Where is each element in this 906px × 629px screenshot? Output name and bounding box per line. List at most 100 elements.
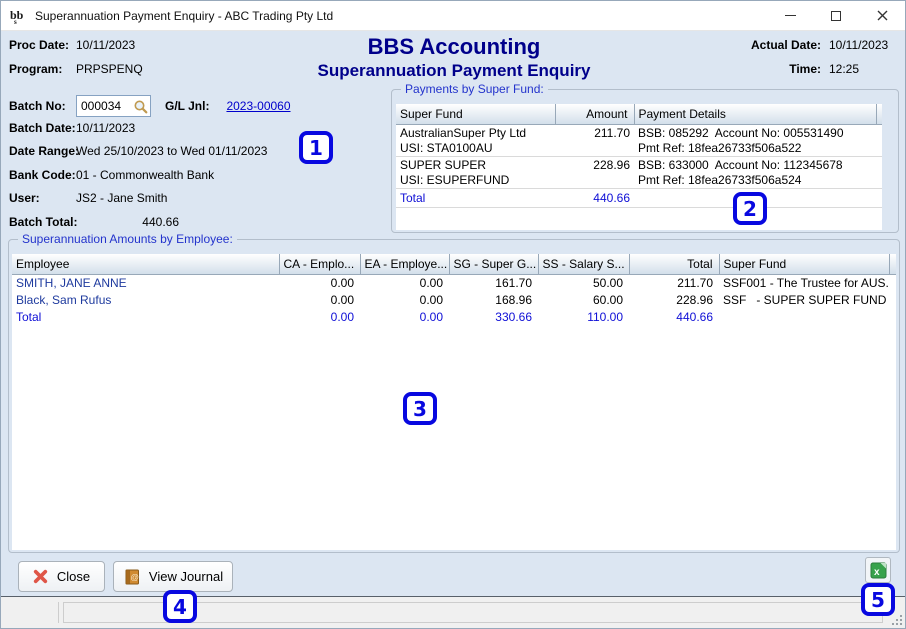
batch-no-label: Batch No: [9, 99, 76, 113]
ca-value: 0.00 [279, 292, 360, 309]
close-button[interactable]: Close [18, 561, 105, 592]
employees-group-title: Superannuation Amounts by Employee: [18, 232, 237, 247]
row-total: 211.70 [629, 274, 719, 292]
payment-detail-line2: Pmt Ref: 18fea26733f506a524 [638, 173, 872, 188]
app-title: BBS Accounting [254, 34, 654, 60]
bank-code-label: Bank Code: [9, 168, 76, 182]
maximize-button[interactable] [813, 1, 859, 30]
payments-group-title: Payments by Super Fund: [401, 82, 548, 97]
title-bar: bb s Superannuation Payment Enquiry - AB… [1, 1, 905, 31]
proc-date-row: Proc Date: 10/11/2023 [9, 38, 135, 52]
table-row[interactable]: SMITH, JANE ANNE 0.00 0.00 161.70 50.00 … [12, 274, 896, 292]
col-amount[interactable]: Amount [555, 104, 634, 124]
svg-text:x: x [874, 567, 880, 578]
export-excel-button[interactable]: x [865, 557, 891, 583]
employees-table-area: Employee CA - Emplo... EA - Employe... S… [12, 254, 896, 550]
table-row[interactable]: AustralianSuper Pty Ltd USI: STA0100AU 2… [396, 124, 882, 156]
page-title: Superannuation Payment Enquiry [254, 60, 654, 82]
batch-total-row: Batch Total: 440.66 [9, 215, 179, 229]
batch-date-row: Batch Date: 10/11/2023 [9, 121, 135, 135]
close-window-button[interactable] [859, 1, 905, 30]
red-cross-icon [33, 569, 48, 584]
minimize-button[interactable] [767, 1, 813, 30]
batch-total-label: Batch Total: [9, 215, 76, 229]
sg-value: 161.70 [449, 274, 538, 292]
window-controls [767, 1, 905, 30]
row-total: 228.96 [629, 292, 719, 309]
gl-jnl-label: G/L Jnl: [165, 99, 209, 113]
payments-table-area: Super Fund Amount Payment Details Austra… [396, 104, 882, 230]
employee-super-fund: SSF - SUPER SUPER FUND [719, 292, 889, 309]
program-row: Program: PRPSPENQ [9, 62, 143, 76]
bbs-logo-icon: bb s [9, 7, 29, 25]
time-row: Time: 12:25 [701, 62, 899, 76]
col-ca[interactable]: CA - Emplo... [279, 254, 360, 274]
payments-header-row: Super Fund Amount Payment Details [396, 104, 882, 124]
svg-text:s: s [14, 18, 17, 25]
sg-value: 168.96 [449, 292, 538, 309]
col-total[interactable]: Total [629, 254, 719, 274]
bank-code-value: 01 - Commonwealth Bank [76, 168, 214, 182]
batch-no-input[interactable]: 000034 [76, 95, 151, 117]
table-row[interactable]: SUPER SUPER USI: ESUPERFUND 228.96 BSB: … [396, 156, 882, 188]
payments-total-amount: 440.66 [555, 188, 634, 207]
payment-detail-line1: BSB: 085292 Account No: 005531490 [638, 126, 872, 141]
batch-lookup-button[interactable] [132, 98, 149, 115]
employee-super-fund: SSF001 - The Trustee for AUS... [719, 274, 889, 292]
col-super-fund[interactable]: Super Fund [719, 254, 889, 274]
total-sg: 330.66 [449, 309, 538, 326]
callout-5: 5 [861, 583, 895, 616]
time-label: Time: [701, 62, 821, 76]
view-journal-button[interactable]: @ View Journal [113, 561, 233, 592]
search-icon [133, 99, 149, 115]
col-ea[interactable]: EA - Employe... [360, 254, 449, 274]
employees-groupbox: Superannuation Amounts by Employee: Empl… [8, 239, 900, 553]
status-divider [58, 602, 59, 623]
callout-4: 4 [163, 590, 197, 623]
callout-3: 3 [403, 392, 437, 425]
payment-detail-line1: BSB: 633000 Account No: 112345678 [638, 158, 872, 173]
svg-text:bb: bb [10, 8, 24, 22]
close-icon [876, 9, 889, 22]
status-bar [1, 596, 905, 628]
actual-date-row: Actual Date: 10/11/2023 [701, 38, 899, 52]
bank-code-row: Bank Code: 01 - Commonwealth Bank [9, 168, 214, 182]
ss-value: 50.00 [538, 274, 629, 292]
resize-grip[interactable] [891, 614, 903, 626]
fund-name: AustralianSuper Pty Ltd [400, 126, 551, 141]
time-value: 12:25 [829, 62, 899, 76]
maximize-icon [831, 11, 841, 21]
user-value: JS2 - Jane Smith [76, 191, 167, 205]
ss-value: 60.00 [538, 292, 629, 309]
payments-table: Super Fund Amount Payment Details Austra… [396, 104, 882, 208]
page-title-block: BBS Accounting Superannuation Payment En… [254, 34, 654, 82]
window-title: Superannuation Payment Enquiry - ABC Tra… [35, 9, 333, 23]
fund-usi: USI: ESUPERFUND [400, 173, 551, 188]
payments-total-label: Total [396, 188, 555, 207]
employee-name[interactable]: Black, Sam Rufus [12, 292, 279, 309]
actual-date-value: 10/11/2023 [829, 38, 899, 52]
col-payment-details[interactable]: Payment Details [634, 104, 876, 124]
ea-value: 0.00 [360, 274, 449, 292]
actual-date-label: Actual Date: [701, 38, 821, 52]
batch-no-value: 000034 [77, 99, 121, 113]
gl-jnl-link[interactable]: 2023-00060 [226, 99, 290, 113]
table-row[interactable]: Black, Sam Rufus 0.00 0.00 168.96 60.00 … [12, 292, 896, 309]
employee-name[interactable]: SMITH, JANE ANNE [12, 274, 279, 292]
user-label: User: [9, 191, 76, 205]
ca-value: 0.00 [279, 274, 360, 292]
batch-no-row: Batch No: 000034 G/L Jnl: 2023-00060 [9, 95, 291, 117]
proc-date-value: 10/11/2023 [76, 38, 135, 52]
minimize-icon [785, 15, 796, 16]
col-spacer [876, 104, 882, 124]
col-ss[interactable]: SS - Salary S... [538, 254, 629, 274]
col-super-fund[interactable]: Super Fund [396, 104, 555, 124]
view-journal-button-label: View Journal [149, 569, 223, 584]
fund-amount: 211.70 [555, 124, 634, 156]
program-value: PRPSPENQ [76, 62, 143, 76]
date-range-value: Wed 25/10/2023 to Wed 01/11/2023 [76, 144, 267, 158]
employees-total-row: Total 0.00 0.00 330.66 110.00 440.66 [12, 309, 896, 326]
col-sg[interactable]: SG - Super G... [449, 254, 538, 274]
col-employee[interactable]: Employee [12, 254, 279, 274]
total-ss: 110.00 [538, 309, 629, 326]
